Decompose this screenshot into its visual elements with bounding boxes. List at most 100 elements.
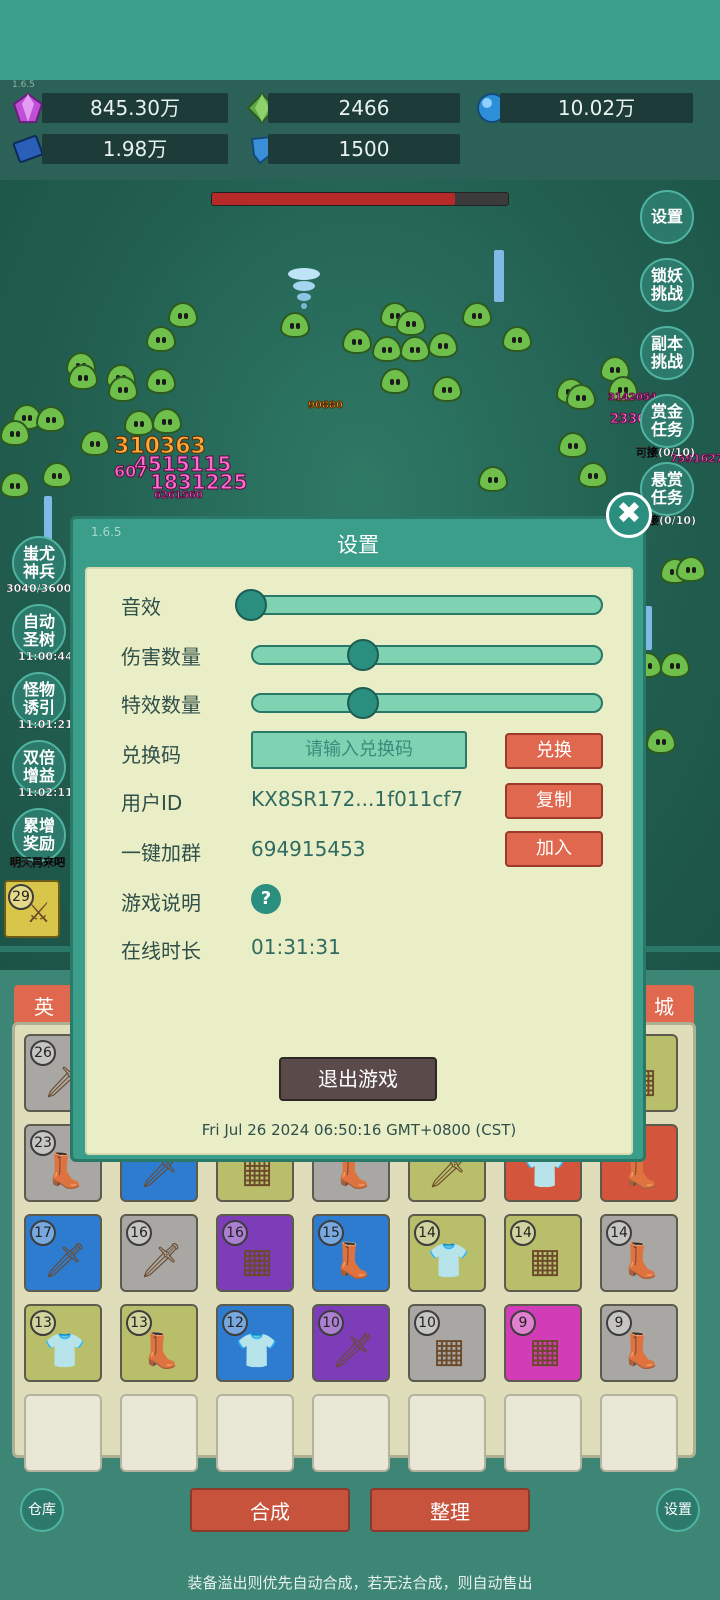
inventory-slot[interactable]: 16 🗡 — [120, 1214, 198, 1292]
sound-label: 音效 — [121, 595, 161, 619]
online-time-value: 01:31:31 — [251, 935, 341, 959]
inventory-slot[interactable]: 16 ▦ — [216, 1214, 294, 1292]
current-datetime: Fri Jul 26 2024 06:50:16 GMT+0800 (CST) — [201, 1121, 517, 1139]
auto-merge-tip: 装备溢出则优先自动合成，若无法合成，则自动售出 — [187, 1574, 533, 1592]
auto-tree-label: 自动圣树 — [22, 612, 55, 649]
slime-enemy — [146, 326, 176, 352]
slime-enemy — [578, 462, 608, 488]
inventory-slot[interactable] — [24, 1394, 102, 1472]
slime-enemy — [108, 376, 138, 402]
armor-icon: 👕 — [427, 1241, 471, 1281]
tornado-icon — [286, 266, 322, 310]
sword-icon: 🗡 — [331, 1331, 375, 1371]
boss-hp-fill — [212, 193, 455, 205]
damage-number: 6261560 — [154, 490, 204, 502]
slime-enemy — [168, 302, 198, 328]
user-id-label: 用户ID — [121, 791, 183, 815]
online-time-label: 在线时长 — [121, 939, 201, 963]
resource-shields: 1500 — [268, 134, 460, 164]
help-icon[interactable]: ? — [251, 884, 281, 914]
slime-enemy — [0, 420, 30, 446]
slime-enemy — [462, 302, 492, 328]
redeem-code-label: 兑换码 — [121, 743, 181, 767]
redeem-button[interactable]: 兑换 — [505, 733, 603, 769]
amethyst-gem-icon — [12, 92, 44, 124]
reward-status: 接(0/10) — [648, 514, 697, 527]
slime-enemy — [342, 328, 372, 354]
boots-icon: 👢 — [619, 1331, 663, 1371]
sound-slider-knob[interactable] — [235, 589, 267, 621]
quick-slot[interactable]: 29 ⚔ — [4, 880, 60, 938]
armor-icon: 👕 — [43, 1331, 87, 1371]
quit-game-button[interactable]: 退出游戏 — [279, 1057, 437, 1101]
slime-enemy — [42, 462, 72, 488]
slime-enemy — [646, 728, 676, 754]
slime-enemy — [146, 368, 176, 394]
join-group-label: 一键加群 — [121, 841, 201, 865]
inventory-slot[interactable]: 14 ▦ — [504, 1214, 582, 1292]
slime-enemy — [432, 376, 462, 402]
cumulative-reward-label: 累增奖励 — [22, 816, 55, 853]
slime-enemy — [80, 430, 110, 456]
inventory-slot[interactable]: 9 👢 — [600, 1304, 678, 1382]
redeem-code-input[interactable]: 请输入兑换码 — [251, 731, 467, 769]
join-group-button[interactable]: 加入 — [505, 831, 603, 867]
chiyou-weapon-progress: 3040/3600 — [6, 582, 72, 595]
dungeon-challenge-button[interactable]: 副本挑战 — [640, 326, 694, 380]
copy-id-button[interactable]: 复制 — [505, 783, 603, 819]
inventory-slot[interactable]: 9 ▦ — [504, 1304, 582, 1382]
inventory-slot[interactable] — [216, 1394, 294, 1472]
dialog-body: 音效 伤害数量 特效数量 兑换码 请输入兑换码 兑换 用户ID KX8SR172… — [85, 567, 633, 1155]
inventory-slot[interactable]: 10 🗡 — [312, 1304, 390, 1382]
damage-count-slider[interactable] — [251, 645, 603, 665]
inventory-slot[interactable]: 15 👢 — [312, 1214, 390, 1292]
demon-lock-challenge-button[interactable]: 锁妖挑战 — [640, 258, 694, 312]
inventory-slot[interactable]: 10 ▦ — [408, 1304, 486, 1382]
double-buff-timer: 11:02:11 — [18, 786, 73, 799]
dialog-title: 设置 — [337, 533, 379, 557]
inventory-slot[interactable]: 14 👕 — [408, 1214, 486, 1292]
inventory-slot[interactable] — [600, 1394, 678, 1472]
sword-icon: 🗡 — [43, 1241, 87, 1281]
monster-lure-label: 怪物诱引 — [22, 680, 55, 717]
settings-side-button[interactable]: 设置 — [640, 190, 694, 244]
sword-icon: 🗡 — [139, 1241, 183, 1281]
damage-number: 607 — [113, 462, 148, 482]
boots-icon: 👢 — [331, 1241, 375, 1281]
slime-enemy — [0, 472, 30, 498]
inventory-slot[interactable] — [120, 1394, 198, 1472]
inventory-slot[interactable]: 13 👢 — [120, 1304, 198, 1382]
damage-count-slider-knob[interactable] — [347, 639, 379, 671]
resource-books: 1.98万 — [42, 134, 228, 164]
slime-enemy — [676, 556, 706, 582]
game-help-label: 游戏说明 — [121, 891, 201, 915]
damage-number: 90880 — [308, 400, 344, 412]
inventory-slot[interactable]: 13 👕 — [24, 1304, 102, 1382]
merge-button[interactable]: 合成 — [190, 1488, 350, 1532]
slime-enemy — [280, 312, 310, 338]
sword-projectile-icon — [494, 250, 504, 302]
settings-bottom-button[interactable]: 设置 — [656, 1488, 700, 1532]
inventory-slot[interactable] — [312, 1394, 390, 1472]
warehouse-button[interactable]: 仓库 — [20, 1488, 64, 1532]
bounty-task-button[interactable]: 赏金任务 — [640, 394, 694, 448]
slime-enemy — [478, 466, 508, 492]
effects-count-slider-knob[interactable] — [347, 687, 379, 719]
inventory-slot[interactable] — [408, 1394, 486, 1472]
inventory-slot[interactable] — [504, 1394, 582, 1472]
effects-count-slider[interactable] — [251, 693, 603, 713]
bounty-status: 可接(0/10) — [636, 446, 696, 459]
double-buff-label: 双倍增益 — [22, 748, 55, 785]
sort-button[interactable]: 整理 — [370, 1488, 530, 1532]
inventory-slot[interactable]: 17 🗡 — [24, 1214, 102, 1292]
damage-count-label: 伤害数量 — [121, 645, 201, 669]
shield-icon: ▦ — [240, 1241, 274, 1281]
cumulative-reward-status: 明天再来吧 — [10, 856, 65, 869]
inventory-slot[interactable]: 14 👢 — [600, 1214, 678, 1292]
dungeon-challenge-label: 副本挑战 — [650, 334, 683, 371]
inventory-slot[interactable]: 12 👕 — [216, 1304, 294, 1382]
effects-count-label: 特效数量 — [121, 693, 201, 717]
slime-enemy — [428, 332, 458, 358]
close-icon[interactable]: ✖ — [606, 492, 652, 538]
sound-slider[interactable] — [243, 595, 603, 615]
